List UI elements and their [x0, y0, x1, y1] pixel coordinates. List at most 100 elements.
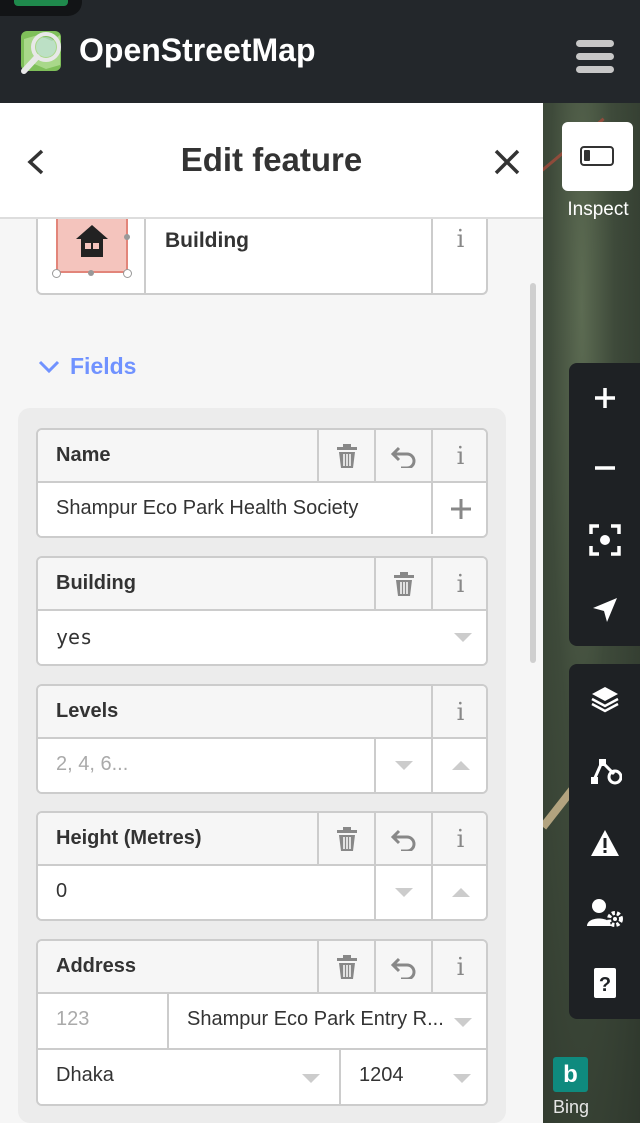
preset-info-button[interactable]: i — [431, 219, 488, 293]
scrollbar[interactable] — [530, 283, 536, 663]
height-field: Height (Metres) i 0 — [36, 811, 488, 921]
help-book-icon: ? — [593, 968, 616, 998]
bing-logo-icon: b — [553, 1057, 588, 1092]
dropdown-caret-icon — [302, 1074, 320, 1083]
height-input[interactable]: 0 — [56, 880, 67, 903]
undo-height-button[interactable] — [374, 813, 431, 864]
background-layers-button[interactable] — [569, 664, 640, 734]
levels-field-header: Levels i — [38, 686, 486, 739]
undo-icon — [390, 829, 415, 851]
undo-address-button[interactable] — [374, 941, 431, 992]
inspect-toggle-button[interactable] — [562, 122, 633, 191]
increment-icon — [451, 888, 470, 897]
levels-decrement-button[interactable] — [374, 739, 431, 792]
map-data-button[interactable] — [569, 736, 640, 806]
housenumber-input[interactable]: 123 — [56, 1008, 89, 1031]
undo-icon — [390, 446, 415, 468]
levels-increment-button[interactable] — [431, 739, 486, 792]
trash-icon — [336, 443, 357, 468]
street-select[interactable]: Shampur Eco Park Entry R... — [167, 994, 486, 1050]
address-info-button[interactable]: i — [431, 941, 486, 992]
map-tools: ? — [569, 664, 640, 1019]
preset-item[interactable]: Building i — [36, 219, 488, 295]
warning-icon — [590, 830, 619, 856]
zoom-controls — [569, 363, 640, 646]
app-title: OpenStreetMap — [79, 32, 316, 68]
postcode-value: 1204 — [359, 1064, 404, 1086]
layers-icon — [590, 687, 619, 713]
undo-name-button[interactable] — [374, 430, 431, 481]
levels-info-button[interactable]: i — [431, 686, 486, 737]
name-field-label: Name — [56, 444, 111, 466]
svg-text:?: ? — [598, 974, 610, 996]
name-info-button[interactable]: i — [431, 430, 486, 481]
sidebar-panel-icon — [580, 146, 614, 166]
name-input[interactable]: Shampur Eco Park Health Society — [56, 497, 358, 520]
top-bar: OpenStreetMap — [0, 0, 640, 103]
trash-icon — [393, 571, 414, 596]
close-icon[interactable] — [492, 147, 522, 177]
decrement-icon — [394, 888, 413, 897]
status-indicator — [0, 0, 82, 16]
delete-height-button[interactable] — [317, 813, 374, 864]
address-field: Address i 123 Shampur Eco Park Entry R..… — [36, 939, 488, 1106]
building-field: Building i yes — [36, 556, 488, 666]
levels-input-row: 2, 4, 6... — [38, 739, 486, 792]
add-localized-name-button[interactable] — [431, 483, 486, 534]
postcode-select[interactable]: 1204 — [339, 1050, 486, 1104]
panel-title: Edit feature — [180, 141, 363, 178]
address-field-header: Address i — [38, 941, 486, 994]
levels-field: Levels i 2, 4, 6... — [36, 684, 488, 794]
osm-logo-icon — [21, 31, 61, 74]
geolocate-button[interactable] — [569, 575, 640, 645]
issues-button[interactable] — [569, 808, 640, 878]
height-field-label: Height (Metres) — [56, 827, 202, 849]
building-value: yes — [56, 625, 93, 649]
increment-icon — [451, 761, 470, 770]
menu-icon[interactable] — [576, 40, 614, 74]
height-field-header: Height (Metres) i — [38, 813, 486, 866]
focus-frame-icon — [588, 524, 621, 556]
building-info-button[interactable]: i — [431, 558, 486, 609]
trash-icon — [336, 954, 357, 979]
preset-name: Building — [165, 229, 249, 252]
preferences-button[interactable] — [569, 878, 640, 948]
height-input-row: 0 — [38, 866, 486, 919]
help-button[interactable]: ? — [569, 948, 640, 1018]
zoom-out-button[interactable] — [569, 433, 640, 503]
dropdown-caret-icon — [454, 1018, 472, 1027]
height-increment-button[interactable] — [431, 866, 486, 919]
delete-address-button[interactable] — [317, 941, 374, 992]
address-field-label: Address — [56, 955, 137, 977]
dropdown-caret-icon — [453, 1074, 471, 1083]
preset-icon — [38, 219, 146, 293]
imagery-attribution: Bing — [553, 1097, 590, 1117]
user-settings-icon — [586, 899, 623, 927]
city-select[interactable]: Dhaka — [38, 1050, 339, 1104]
levels-field-label: Levels — [56, 700, 119, 722]
name-field-header: Name i — [38, 430, 486, 483]
zoom-in-button[interactable] — [569, 363, 640, 433]
map-data-icon — [590, 759, 622, 785]
name-input-row: Shampur Eco Park Health Society — [38, 483, 486, 536]
delete-name-button[interactable] — [317, 430, 374, 481]
fields-section-toggle[interactable]: Fields — [38, 353, 136, 380]
height-info-button[interactable]: i — [431, 813, 486, 864]
building-field-header: Building i — [38, 558, 486, 611]
inspect-label: Inspect — [567, 199, 629, 220]
address-row-2: Dhaka 1204 — [38, 1050, 486, 1104]
name-field: Name i Shampur Eco Park Health Society — [36, 428, 488, 538]
zoom-to-selection-button[interactable] — [569, 505, 640, 575]
fields-label: Fields — [70, 353, 137, 379]
address-row-1: 123 Shampur Eco Park Entry R... — [38, 994, 486, 1050]
levels-input[interactable]: 2, 4, 6... — [56, 753, 128, 776]
plus-icon — [450, 498, 471, 519]
building-select[interactable]: yes — [38, 611, 486, 664]
panel-header: Edit feature — [0, 103, 543, 219]
minus-icon — [594, 466, 615, 470]
edit-feature-panel: Edit feature Building i Fields Name i Sh… — [0, 103, 543, 1123]
height-decrement-button[interactable] — [374, 866, 431, 919]
plus-icon — [594, 388, 615, 408]
dropdown-caret-icon — [454, 633, 472, 642]
delete-building-button[interactable] — [374, 558, 431, 609]
